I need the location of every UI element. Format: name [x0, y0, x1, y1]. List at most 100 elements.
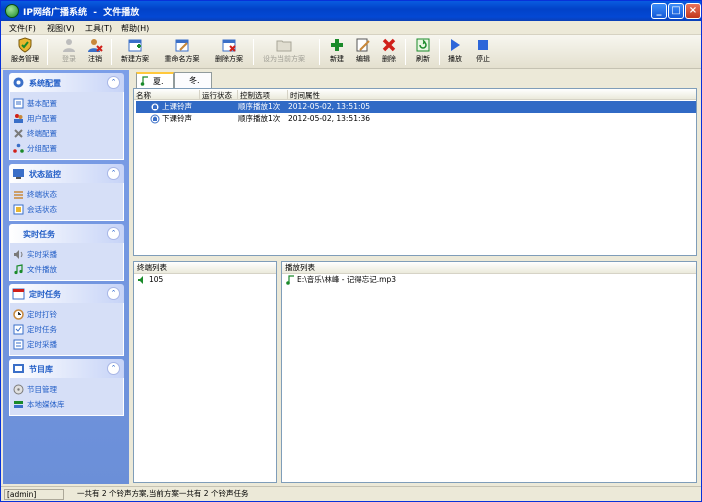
- column-header-status[interactable]: 运行状态: [200, 90, 238, 100]
- section-header[interactable]: 定时任务 ⌃: [9, 284, 124, 303]
- bell-task-grid: 名称 运行状态 控制选项 时间属性 上课铃声 顺序播放1次 2012-05-02…: [133, 88, 697, 256]
- sidebar-item-terminal-status[interactable]: 终端状态: [10, 187, 123, 202]
- sidebar-item-user-config[interactable]: 用户配置: [10, 111, 123, 126]
- collapse-icon[interactable]: ⌃: [107, 167, 120, 180]
- terminal-list-header: 终端列表: [134, 262, 276, 274]
- rename-plan-button[interactable]: 重命名方案: [159, 37, 205, 67]
- document-icon: [13, 98, 24, 109]
- monitor-icon: [13, 169, 24, 179]
- status-user: [admin]: [4, 489, 64, 500]
- menu-view[interactable]: 视图(V): [47, 23, 75, 34]
- speaker-icon: [138, 276, 143, 284]
- edit-icon: [356, 38, 370, 52]
- tab-winter[interactable]: 冬.: [174, 72, 212, 88]
- playlist: 播放列表 E:\音乐\林峰 - 记得忘记.mp3: [281, 261, 697, 483]
- section-header[interactable]: 状态监控 ⌃: [9, 164, 124, 183]
- logout-button[interactable]: 注销: [75, 37, 115, 67]
- maximize-button[interactable]: □: [668, 3, 684, 19]
- sidebar-item-timed-task[interactable]: 定时任务: [10, 322, 123, 337]
- tab-summer[interactable]: 夏.: [136, 72, 174, 88]
- table-row[interactable]: 下课铃声 顺序播放1次 2012-05-02, 13:51:36: [136, 113, 696, 125]
- section-header[interactable]: 节目库 ⌃: [9, 359, 124, 378]
- menu-file[interactable]: 文件(F): [9, 23, 36, 34]
- stop-icon: [478, 40, 488, 50]
- list-item[interactable]: 105: [134, 274, 276, 286]
- sidebar-item-basic-config[interactable]: 基本配置: [10, 96, 123, 111]
- collapse-icon[interactable]: ⌃: [107, 362, 120, 375]
- bell-icon: [150, 114, 160, 124]
- main-panel: 夏. 冬. 名称 运行状态 控制选项 时间属性 上课铃声 顺序播放1次 2012…: [131, 70, 697, 484]
- stop-button[interactable]: 停止: [469, 37, 497, 67]
- terminal-list: 终端列表 105: [133, 261, 277, 483]
- menu-tools[interactable]: 工具(T): [85, 23, 112, 34]
- sidebar: 系统配置 ⌃ 基本配置 用户配置 终端配置 分组配置 状态监控 ⌃ 终端状态 会…: [3, 70, 129, 484]
- menu-bar: 文件(F) 视图(V) 工具(T) 帮助(H): [1, 21, 701, 35]
- calendar-icon: [12, 288, 25, 300]
- sidebar-item-session-status[interactable]: 会话状态: [10, 202, 123, 217]
- calendar-new-icon: [128, 39, 142, 52]
- minimize-button[interactable]: _: [651, 3, 667, 19]
- section-header[interactable]: 实时任务 ⌃: [9, 224, 124, 243]
- music-note-icon: [14, 264, 23, 275]
- new-plan-button[interactable]: 新建方案: [115, 37, 155, 67]
- service-button[interactable]: 服务管理: [5, 37, 45, 67]
- music-note-icon: [140, 76, 148, 86]
- app-icon: [5, 4, 19, 18]
- user-logout-icon: [88, 39, 103, 52]
- close-button[interactable]: ×: [685, 3, 701, 19]
- list-item[interactable]: E:\音乐\林峰 - 记得忘记.mp3: [282, 274, 696, 286]
- sidebar-item-group-config[interactable]: 分组配置: [10, 141, 123, 156]
- sidebar-item-timed-bell[interactable]: 定时打铃: [10, 307, 123, 322]
- group-icon: [13, 143, 24, 153]
- shield-icon: [18, 37, 32, 53]
- section-header[interactable]: 系统配置 ⌃: [9, 73, 124, 92]
- column-header-control[interactable]: 控制选项: [238, 90, 288, 100]
- section-realtime-tasks: 实时任务 ⌃ 实时采播 文件播放: [9, 224, 124, 281]
- delete-icon: [382, 38, 396, 52]
- sidebar-item-file-play[interactable]: 文件播放: [10, 262, 123, 277]
- refresh-button[interactable]: 刷新: [409, 37, 437, 67]
- play-button[interactable]: 播放: [441, 37, 469, 67]
- delete-button[interactable]: 删除: [375, 37, 403, 67]
- sidebar-item-program-manage[interactable]: 节目管理: [10, 382, 123, 397]
- collapse-icon[interactable]: ⌃: [107, 227, 120, 240]
- app-window: IP网络广播系统 - 文件播放 _ □ × 文件(F) 视图(V) 工具(T) …: [0, 0, 702, 502]
- database-icon: [14, 401, 23, 408]
- window-title: IP网络广播系统 - 文件播放: [23, 8, 140, 18]
- new-button[interactable]: 新建: [323, 37, 351, 67]
- gear-icon: [13, 77, 24, 88]
- tools-icon: [14, 129, 23, 138]
- library-icon: [13, 364, 24, 373]
- play-icon: [451, 39, 460, 51]
- table-row[interactable]: 上课铃声 顺序播放1次 2012-05-02, 13:51:05: [136, 101, 696, 113]
- section-program-library: 节目库 ⌃ 节目管理 本地媒体库: [9, 359, 124, 416]
- column-header-name[interactable]: 名称: [134, 90, 200, 100]
- speaker-icon: [14, 250, 23, 259]
- edit-button[interactable]: 编辑: [349, 37, 377, 67]
- delete-plan-button[interactable]: 删除方案: [209, 37, 249, 67]
- section-system-config: 系统配置 ⌃ 基本配置 用户配置 终端配置 分组配置: [9, 73, 124, 160]
- folder-icon: [276, 40, 292, 52]
- status-message: 一共有 2 个铃声方案,当前方案一共有 2 个铃声任务: [77, 489, 249, 498]
- sidebar-item-timed-capture[interactable]: 定时采播: [10, 337, 123, 352]
- collapse-icon[interactable]: ⌃: [107, 76, 120, 89]
- list-icon: [14, 191, 23, 199]
- set-current-plan-button[interactable]: 设为当前方案: [259, 37, 309, 67]
- users-icon: [14, 114, 23, 123]
- schedule-icon: [13, 339, 24, 350]
- program-icon: [13, 384, 24, 395]
- section-timed-tasks: 定时任务 ⌃ 定时打铃 定时任务 定时采播: [9, 284, 124, 356]
- clock-icon: [13, 309, 24, 320]
- plus-icon: [331, 39, 343, 51]
- sidebar-item-local-media[interactable]: 本地媒体库: [10, 397, 123, 412]
- sidebar-item-terminal-config[interactable]: 终端配置: [10, 126, 123, 141]
- section-status-monitor: 状态监控 ⌃ 终端状态 会话状态: [9, 164, 124, 221]
- title-bar[interactable]: IP网络广播系统 - 文件播放 _ □ ×: [1, 1, 701, 21]
- status-bar: [admin] 一共有 2 个铃声方案,当前方案一共有 2 个铃声任务: [1, 486, 701, 501]
- menu-help[interactable]: 帮助(H): [121, 23, 149, 34]
- column-header-time[interactable]: 时间属性: [288, 90, 694, 100]
- sidebar-item-realtime-capture[interactable]: 实时采播: [10, 247, 123, 262]
- collapse-icon[interactable]: ⌃: [107, 287, 120, 300]
- music-note-icon: [286, 275, 294, 285]
- calendar-delete-icon: [222, 39, 236, 52]
